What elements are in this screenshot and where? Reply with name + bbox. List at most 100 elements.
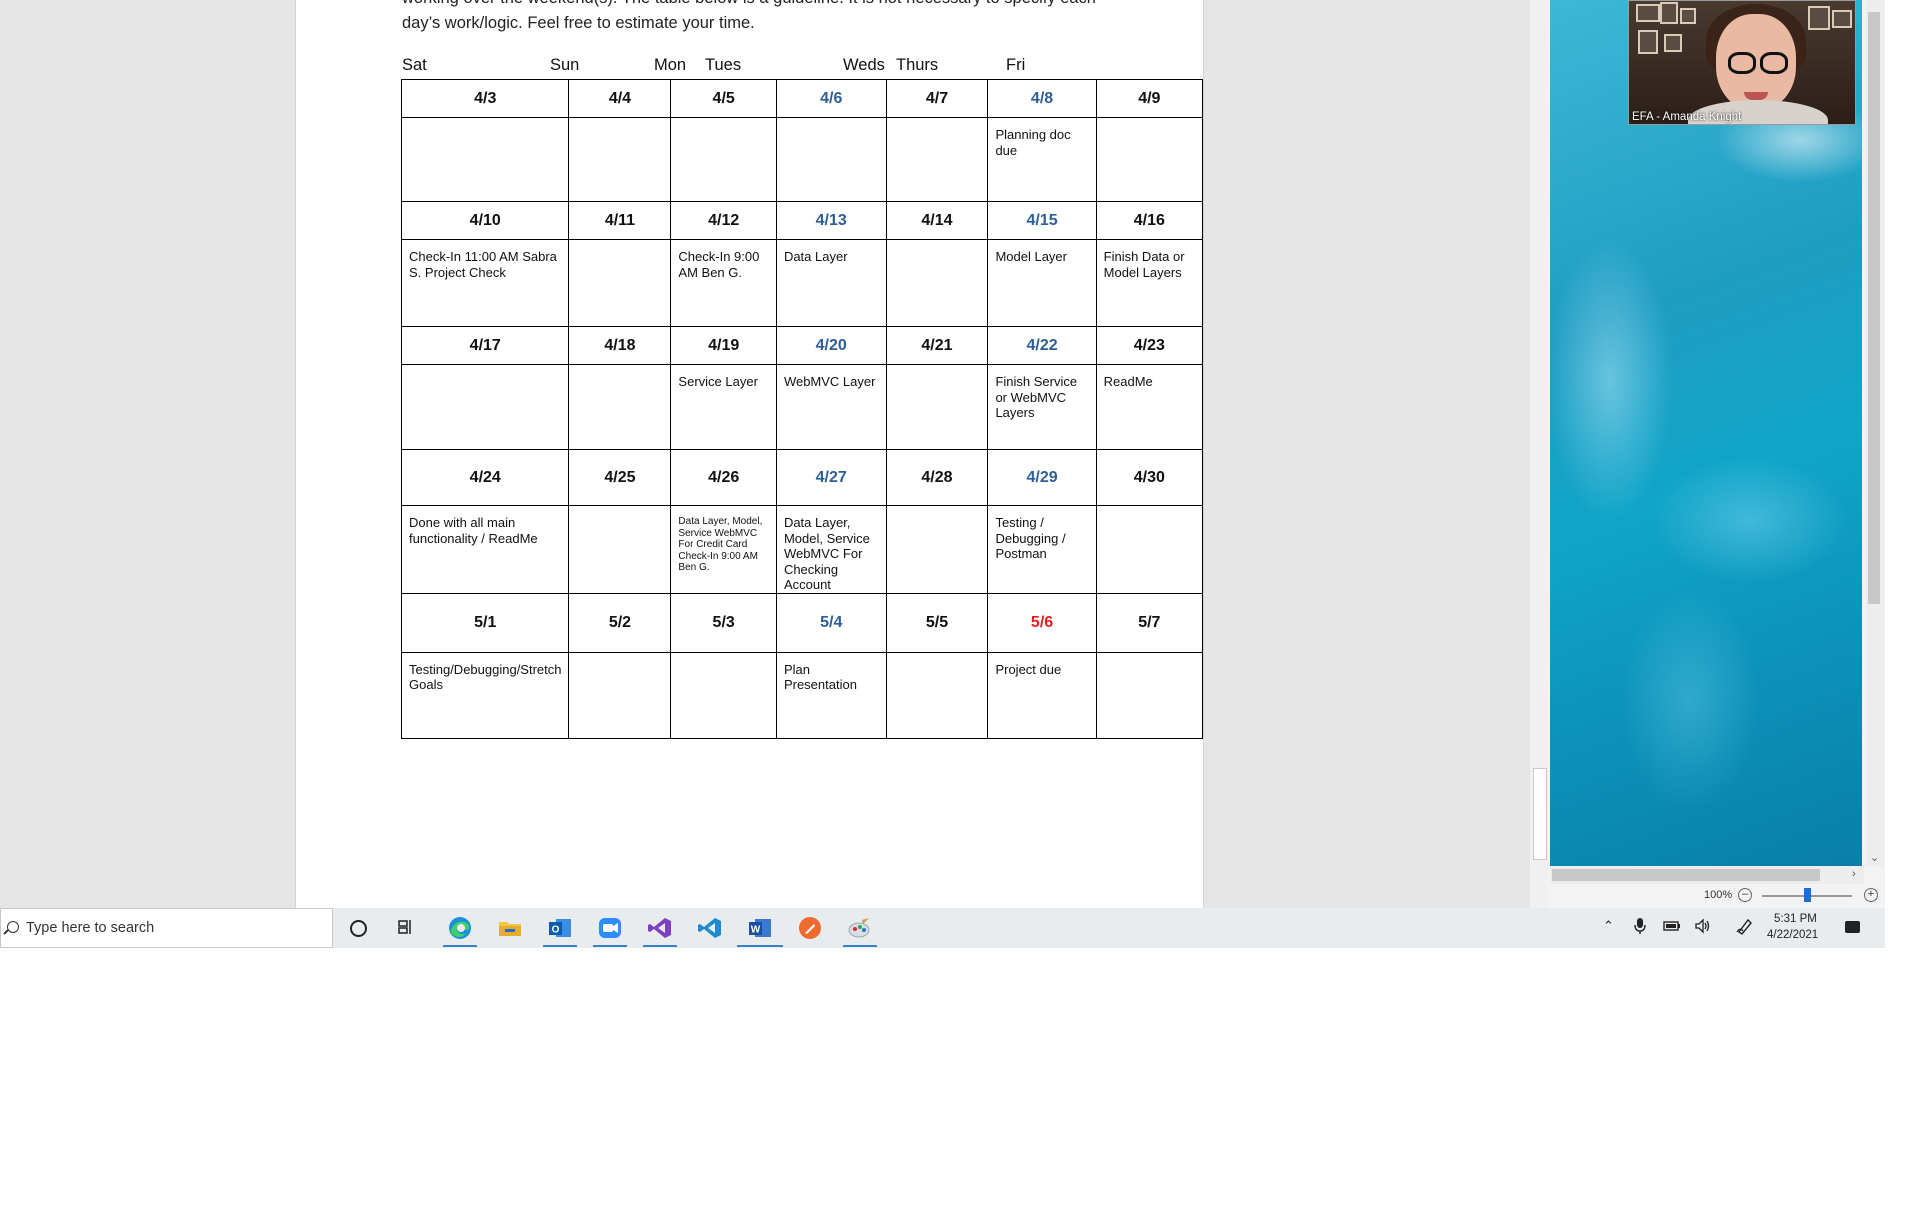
postman-icon[interactable] (797, 916, 823, 940)
date-cell[interactable]: 4/25 (568, 449, 672, 506)
date-cell[interactable]: 4/4 (568, 79, 672, 118)
note-cell[interactable]: Service Layer (670, 364, 777, 450)
note-cell[interactable]: Data Layer (775, 239, 887, 327)
note-cell[interactable] (885, 239, 989, 327)
battery-icon[interactable] (1663, 919, 1681, 936)
date-cell[interactable]: 4/14 (885, 201, 989, 240)
task-view-icon[interactable] (398, 919, 414, 935)
date-cell[interactable]: 4/17 (400, 326, 570, 365)
note-cell[interactable]: Testing / Debugging / Postman (987, 505, 1097, 594)
note-cell[interactable] (400, 364, 570, 450)
note-cell[interactable] (885, 505, 989, 594)
date-cell[interactable]: 4/22 (987, 326, 1097, 365)
note-cell[interactable] (670, 651, 777, 739)
note-cell[interactable] (1095, 505, 1204, 594)
note-cell[interactable]: ReadMe (1095, 364, 1204, 450)
word-icon[interactable]: W (747, 916, 773, 940)
note-cell[interactable]: Planning doc due (987, 117, 1097, 202)
visual-studio-icon[interactable] (647, 916, 673, 940)
date-cell[interactable]: 4/5 (670, 79, 777, 118)
vscode-icon[interactable] (697, 916, 723, 940)
note-cell[interactable]: Data Layer, Model, Service WebMVC For Ch… (775, 505, 887, 594)
note-cell[interactable] (400, 117, 570, 202)
note-cell[interactable]: Check-In 9:00 AM Ben G. (670, 239, 777, 327)
note-cell[interactable] (1095, 117, 1204, 202)
note-cell[interactable] (775, 117, 887, 202)
note-cell[interactable] (885, 651, 989, 739)
date-cell[interactable]: 5/6 (987, 592, 1097, 653)
note-cell[interactable]: Finish Service or WebMVC Layers (987, 364, 1097, 450)
date-cell[interactable]: 4/27 (775, 449, 887, 506)
note-cell[interactable] (568, 651, 672, 739)
date-cell[interactable]: 5/1 (400, 592, 570, 653)
date-cell[interactable]: 4/11 (568, 201, 672, 240)
scroll-right-icon[interactable]: › (1852, 868, 1856, 880)
zoom-out-icon[interactable]: – (1738, 888, 1752, 902)
note-cell[interactable]: Project due (987, 651, 1097, 739)
date-cell[interactable]: 4/9 (1095, 79, 1204, 118)
note-cell[interactable] (568, 239, 672, 327)
document-page[interactable]: working over the weekend(s). The table b… (295, 0, 1204, 908)
outlook-icon[interactable]: O (547, 916, 573, 940)
date-cell[interactable]: 5/4 (775, 592, 887, 653)
date-cell[interactable]: 4/28 (885, 449, 989, 506)
note-cell[interactable] (885, 364, 989, 450)
document-scrollbar-thumb[interactable] (1533, 768, 1547, 860)
date-cell[interactable]: 4/23 (1095, 326, 1204, 365)
note-cell[interactable] (568, 364, 672, 450)
pen-workspace-icon[interactable] (1736, 917, 1754, 938)
clock-time[interactable]: 5:31 PM (1774, 913, 1817, 925)
note-cell[interactable] (568, 117, 672, 202)
note-cell[interactable]: WebMVC Layer (775, 364, 887, 450)
date-cell[interactable]: 4/10 (400, 201, 570, 240)
date-cell[interactable]: 4/26 (670, 449, 777, 506)
date-cell[interactable]: 4/13 (775, 201, 887, 240)
scroll-down-icon[interactable]: ⌄ (1870, 851, 1879, 864)
date-cell[interactable]: 4/16 (1095, 201, 1204, 240)
date-cell[interactable]: 4/7 (885, 79, 989, 118)
panel-vertical-scrollbar-thumb[interactable] (1868, 12, 1880, 604)
note-cell[interactable]: Done with all main functionality / ReadM… (400, 505, 570, 594)
note-cell[interactable]: Finish Data or Model Layers (1095, 239, 1204, 327)
date-cell[interactable]: 5/3 (670, 592, 777, 653)
note-cell[interactable]: Testing/Debugging/Stretch Goals (400, 651, 570, 739)
date-cell[interactable]: 4/20 (775, 326, 887, 365)
show-hidden-icons-chevron-icon[interactable]: ⌃ (1603, 918, 1614, 934)
date-cell[interactable]: 4/21 (885, 326, 989, 365)
zoom-slider-thumb[interactable] (1804, 888, 1811, 902)
date-cell[interactable]: 5/5 (885, 592, 989, 653)
volume-icon[interactable] (1694, 918, 1712, 937)
note-cell[interactable]: Model Layer (987, 239, 1097, 327)
date-cell[interactable]: 5/2 (568, 592, 672, 653)
note-cell[interactable] (670, 117, 777, 202)
file-explorer-icon[interactable] (497, 916, 523, 940)
date-cell[interactable]: 4/19 (670, 326, 777, 365)
panel-horizontal-scrollbar-thumb[interactable] (1552, 869, 1820, 881)
zoom-in-icon[interactable]: + (1864, 888, 1878, 902)
note-cell[interactable] (1095, 651, 1204, 739)
date-cell[interactable]: 4/6 (775, 79, 887, 118)
taskbar-search-box[interactable]: Type here to search (0, 908, 333, 948)
date-cell[interactable]: 4/8 (987, 79, 1097, 118)
date-cell[interactable]: 4/12 (670, 201, 777, 240)
date-cell[interactable]: 4/3 (400, 79, 570, 118)
microphone-icon[interactable] (1634, 917, 1646, 938)
zoom-level-label[interactable]: 100% (1704, 889, 1732, 901)
date-cell[interactable]: 4/30 (1095, 449, 1204, 506)
note-cell[interactable]: Data Layer, Model, Service WebMVC For Cr… (670, 505, 777, 594)
note-cell[interactable]: Check-In 11:00 AM Sabra S. Project Check (400, 239, 570, 327)
date-cell[interactable]: 4/24 (400, 449, 570, 506)
zoom-icon[interactable] (597, 916, 623, 940)
note-cell[interactable]: Plan Presentation (775, 651, 887, 739)
edge-icon[interactable] (447, 916, 473, 940)
notification-center-icon[interactable] (1845, 921, 1860, 933)
cortana-icon[interactable] (350, 920, 367, 937)
note-cell[interactable] (568, 505, 672, 594)
date-cell[interactable]: 4/18 (568, 326, 672, 365)
date-cell[interactable]: 5/7 (1095, 592, 1204, 653)
paint-icon[interactable] (847, 916, 873, 940)
clock-date[interactable]: 4/22/2021 (1767, 929, 1818, 941)
note-cell[interactable] (885, 117, 989, 202)
date-cell[interactable]: 4/15 (987, 201, 1097, 240)
date-cell[interactable]: 4/29 (987, 449, 1097, 506)
